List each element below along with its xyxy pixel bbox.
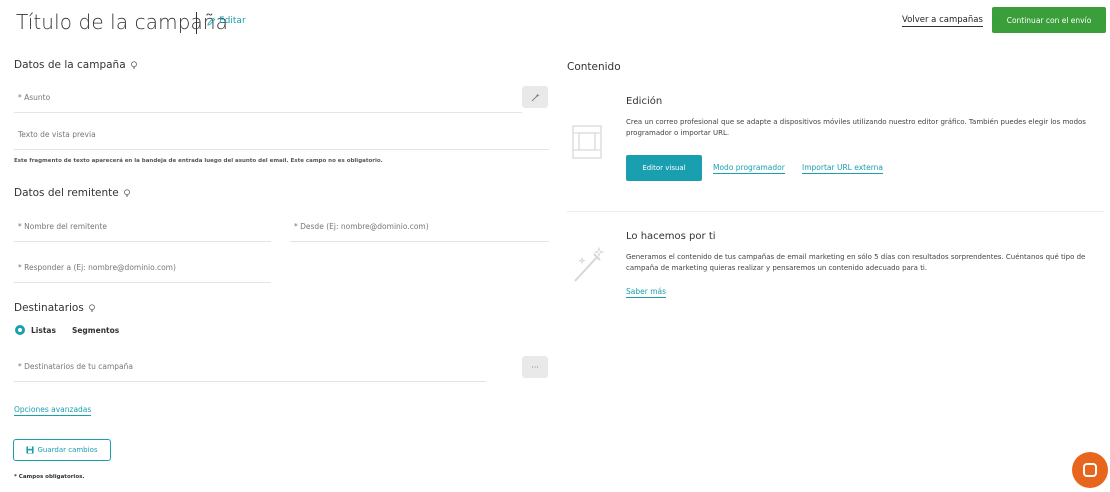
content-section-title: Contenido <box>567 61 621 73</box>
pencil-icon <box>207 17 216 26</box>
recipients-placeholder: * Destinatarios de tu campaña <box>18 362 133 371</box>
sender-name-input[interactable]: * Nombre del remitente <box>14 212 271 242</box>
reply-to-input[interactable]: * Responder a (Ej: nombre@dominio.com) <box>14 253 271 283</box>
sender-section-title: Datos del remitente <box>14 187 131 199</box>
lightbulb-icon <box>88 303 95 312</box>
lightbulb-icon <box>123 188 130 197</box>
programmer-mode-link[interactable]: Modo programador <box>713 163 785 174</box>
campaign-section-label: Datos de la campaña <box>14 59 126 71</box>
done-for-you-description: Generamos el contenido de tus campañas d… <box>626 253 1086 272</box>
content-divider <box>567 211 1104 212</box>
subject-input[interactable]: * Asunto <box>14 83 522 113</box>
from-email-placeholder: * Desde (Ej: nombre@dominio.com) <box>294 222 429 231</box>
recipients-more-button[interactable]: ··· <box>522 356 548 378</box>
back-to-campaigns-link[interactable]: Volver a campañas <box>902 15 983 27</box>
magic-wand-icon <box>574 246 605 282</box>
reply-to-placeholder: * Responder a (Ej: nombre@dominio.com) <box>18 263 176 272</box>
save-changes-button[interactable]: Guardar cambios <box>13 439 111 461</box>
sender-section-label: Datos del remitente <box>14 187 119 199</box>
subject-placeholder: * Asunto <box>18 93 51 102</box>
edition-title: Edición <box>626 96 663 107</box>
campaign-section-title: Datos de la campaña <box>14 59 138 71</box>
chat-bubble-icon <box>1083 463 1097 477</box>
floppy-disk-icon <box>26 446 35 454</box>
preview-text-input[interactable]: Texto de vista previa <box>14 120 549 150</box>
learn-more-link[interactable]: Saber más <box>626 287 667 298</box>
done-for-you-title: Lo hacemos por ti <box>626 231 716 242</box>
radio-lists[interactable] <box>15 325 25 335</box>
save-changes-label: Guardar cambios <box>37 446 98 454</box>
edition-description: Crea un correo profesional que se adapte… <box>626 118 1086 137</box>
advanced-options-link[interactable]: Opciones avanzadas <box>14 405 92 416</box>
personalize-subject-button[interactable] <box>522 86 548 108</box>
import-url-link[interactable]: Importar URL externa <box>802 163 883 174</box>
recipients-section-label: Destinatarios <box>14 302 84 314</box>
magic-wand-icon <box>531 92 540 101</box>
visual-editor-button[interactable]: Editor visual <box>626 155 702 181</box>
title-divider <box>196 12 197 34</box>
recipients-section-title: Destinatarios <box>14 302 96 314</box>
preview-text-placeholder: Texto de vista previa <box>18 130 96 139</box>
content-section-label: Contenido <box>567 61 621 73</box>
preview-help-text: Este fragmento de texto aparecerá en la … <box>14 158 383 164</box>
recipients-type-radio-group: Listas Segmentos <box>15 325 119 335</box>
lightbulb-icon <box>130 60 137 69</box>
layout-editor-icon <box>572 125 602 159</box>
edit-label: Editar <box>219 16 246 26</box>
required-fields-note: * Campos obligatorios. <box>14 474 85 480</box>
radio-lists-label[interactable]: Listas <box>31 326 56 335</box>
radio-segments-label[interactable]: Segmentos <box>72 326 119 335</box>
sender-name-placeholder: * Nombre del remitente <box>18 222 107 231</box>
continue-send-button[interactable]: Continuar con el envío <box>992 7 1106 33</box>
from-email-input[interactable]: * Desde (Ej: nombre@dominio.com) <box>290 212 549 242</box>
edit-title-link[interactable]: Editar <box>207 16 246 26</box>
chat-support-button[interactable] <box>1072 452 1108 488</box>
recipients-input[interactable]: * Destinatarios de tu campaña <box>14 352 486 382</box>
